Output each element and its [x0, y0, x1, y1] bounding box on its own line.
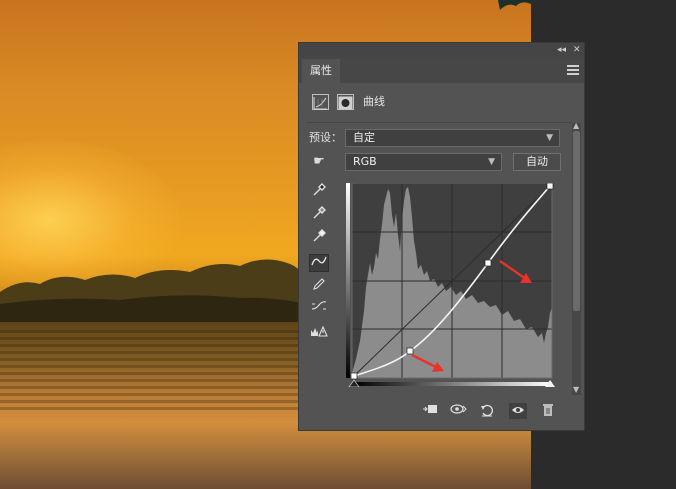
curve-point-highlights[interactable]	[546, 183, 554, 190]
preset-value: 自定	[353, 131, 375, 144]
preset-label: 预设：	[309, 131, 342, 144]
panel-footer	[299, 395, 584, 425]
sample-shadows-eyedropper-icon[interactable]	[309, 183, 329, 201]
collapse-icon[interactable]: ◂◂	[557, 44, 566, 56]
curve-point-midtone-low[interactable]	[406, 347, 414, 355]
clip-to-layer-icon[interactable]	[421, 403, 439, 419]
clipping-warning-icon[interactable]	[309, 325, 329, 343]
curves-adjustment-icon	[312, 94, 329, 110]
chevron-down-icon: ▼	[546, 133, 553, 143]
view-previous-state-icon[interactable]	[449, 403, 467, 419]
smooth-curve-icon[interactable]	[309, 300, 329, 318]
scroll-down-icon[interactable]: ▼	[573, 385, 579, 394]
tab-properties[interactable]: 属性	[302, 59, 340, 83]
adjustment-title: 曲线	[363, 95, 385, 108]
reset-icon[interactable]	[478, 403, 496, 419]
targeted-adjustment-icon[interactable]: ☛	[309, 153, 329, 171]
preset-select[interactable]: 自定 ▼	[345, 129, 560, 147]
curve-point-shadows[interactable]	[350, 372, 358, 380]
layer-mask-icon[interactable]	[337, 94, 354, 110]
curves-graph[interactable]	[346, 183, 556, 387]
panel-menu-icon[interactable]	[567, 65, 579, 77]
curve-point-midtone-high[interactable]	[484, 259, 492, 267]
scroll-up-icon[interactable]: ▲	[573, 121, 579, 130]
panel-title-bar[interactable]: ◂◂ ✕	[299, 43, 584, 57]
auto-button[interactable]: 自动	[513, 153, 561, 171]
toggle-visibility-icon[interactable]	[509, 403, 527, 419]
panel-tab-row: 属性	[299, 57, 584, 83]
channel-value: RGB	[353, 155, 377, 168]
channel-select[interactable]: RGB ▼	[345, 153, 502, 171]
chevron-down-icon: ▼	[488, 157, 495, 167]
draw-pencil-icon[interactable]	[309, 277, 329, 295]
scrollbar-thumb[interactable]	[573, 131, 580, 311]
panel-scrollbar[interactable]: ▲ ▼	[572, 121, 581, 395]
input-gradient-bar	[354, 382, 552, 386]
sample-midtones-eyedropper-icon[interactable]	[309, 206, 329, 224]
edit-points-curve-icon[interactable]	[309, 254, 329, 272]
properties-panel: ◂◂ ✕ 属性 曲线 预设： 自定 ▼ ☛ RGB ▼ 自动 ▲ ▼	[298, 42, 585, 431]
close-icon[interactable]: ✕	[573, 44, 581, 56]
branch-silhouette	[498, 0, 531, 10]
output-gradient-bar	[346, 183, 350, 378]
delete-icon[interactable]	[539, 403, 557, 419]
header-divider	[307, 122, 572, 123]
sample-highlights-eyedropper-icon[interactable]	[309, 229, 329, 247]
